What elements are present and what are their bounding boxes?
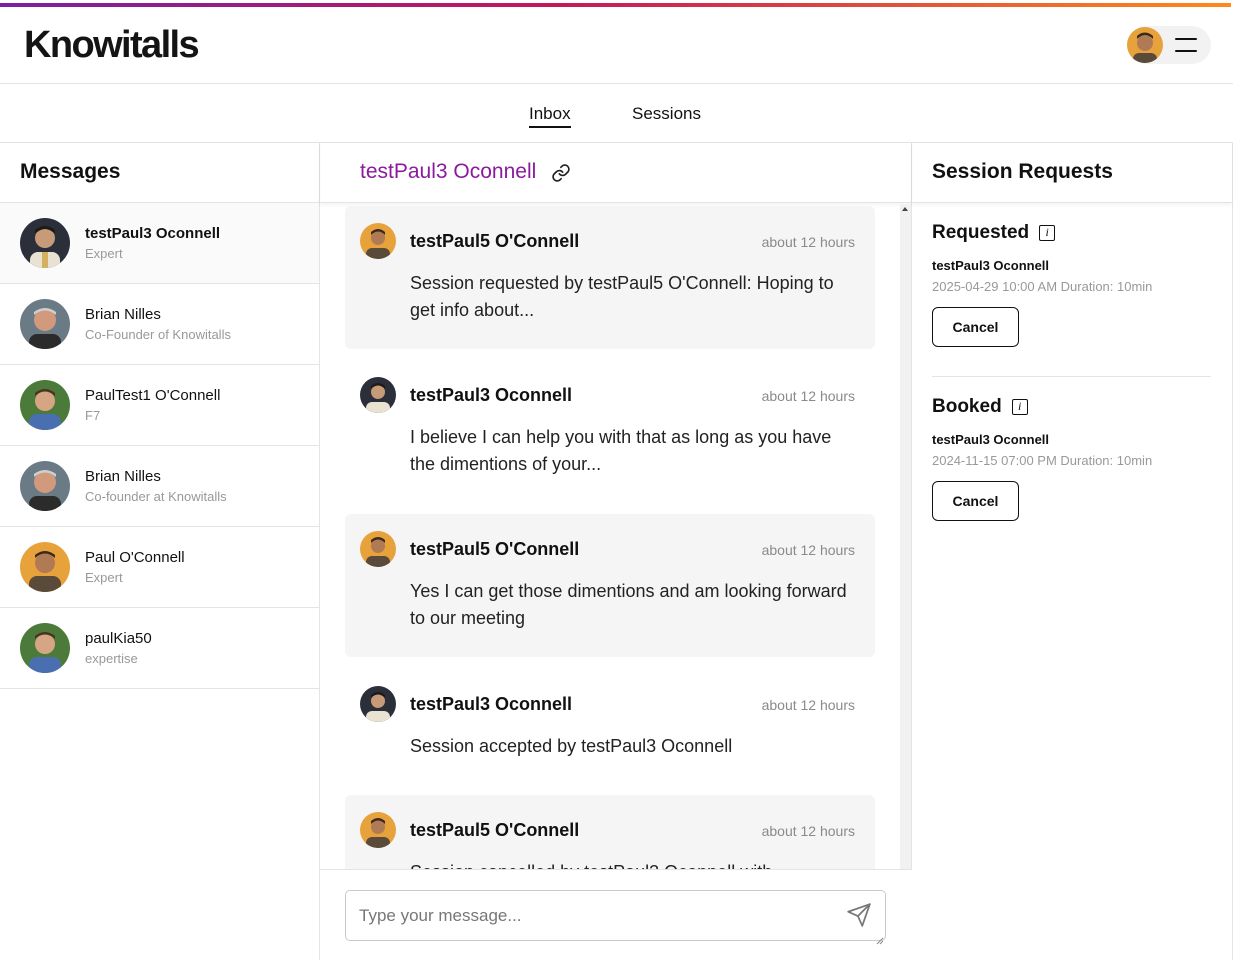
- contact-name: PaulTest1 O'Connell: [85, 387, 221, 404]
- contact-name: testPaul3 Oconnell: [85, 225, 221, 242]
- contact-item[interactable]: Paul O'Connell Expert: [0, 527, 319, 608]
- requested-title: Requested: [932, 222, 1030, 243]
- avatar: [20, 380, 70, 430]
- link-icon[interactable]: [551, 163, 571, 183]
- resize-handle-icon[interactable]: [876, 932, 884, 945]
- thread-scrollbar[interactable]: [900, 204, 911, 869]
- session-requests-panel: Session Requests Requested i testPaul3 Oc…: [912, 143, 1233, 960]
- messages-title: Messages: [20, 160, 121, 183]
- booked-name: testPaul3 Oconnell: [932, 432, 1050, 447]
- message-text: I believe I can help you with that as lo…: [410, 427, 832, 474]
- messages-panel: Messages testPaul3 Oconnell Expert Brian…: [0, 143, 320, 960]
- info-icon[interactable]: i: [1011, 399, 1028, 415]
- message-bubble: testPaul3 Oconnell about 12 hours Sessio…: [345, 669, 875, 784]
- booked-section: Booked i testPaul3 Oconnell 2024-11-15 07…: [932, 396, 1211, 521]
- chat-panel: testPaul3 Oconnell testPaul5 O'Connell a…: [320, 143, 912, 960]
- contact-name: Paul O'Connell: [85, 549, 185, 566]
- contact-subtitle: expertise: [85, 651, 138, 666]
- send-icon[interactable]: [846, 902, 872, 928]
- divider: [932, 376, 1211, 377]
- avatar: [20, 542, 70, 592]
- contact-subtitle: Co-founder at Knowitalls: [85, 489, 227, 504]
- tab-inbox[interactable]: Inbox: [529, 104, 571, 128]
- contact-name: Brian Nilles: [85, 468, 161, 485]
- contact-item[interactable]: Brian Nilles Co-founder at Knowitalls: [0, 446, 319, 527]
- message-time: about 12 hours: [761, 388, 855, 404]
- avatar: [20, 218, 70, 268]
- messages-header: Messages: [0, 143, 319, 203]
- contact-item[interactable]: PaulTest1 O'Connell F7: [0, 365, 319, 446]
- message-text: Session accepted by testPaul3 Oconnell: [410, 736, 733, 756]
- cancel-booked-button[interactable]: Cancel: [932, 481, 1019, 521]
- message-bubble: testPaul5 O'Connell about 12 hours Sessi…: [345, 206, 875, 349]
- message-time: about 12 hours: [761, 234, 855, 250]
- requested-section: Requested i testPaul3 Oconnell 2025-04-29…: [932, 222, 1211, 347]
- session-requests-header: Session Requests: [912, 143, 1232, 203]
- booked-title: Booked: [932, 396, 1002, 417]
- request-time: 2025-04-29 10:00 AM Duration: 10min: [932, 279, 1153, 294]
- contact-item[interactable]: Brian Nilles Co-Founder of Knowitalls: [0, 284, 319, 365]
- message-thread[interactable]: testPaul5 O'Connell about 12 hours Sessi…: [320, 204, 912, 869]
- message-bubble: testPaul5 O'Connell about 12 hours Yes I…: [345, 514, 875, 657]
- avatar: [20, 623, 70, 673]
- avatar: [360, 223, 396, 259]
- message-text: Session requested by testPaul5 O'Connell…: [410, 273, 834, 320]
- contact-name: Brian Nilles: [85, 306, 161, 323]
- message-sender: testPaul5 O'Connell: [410, 539, 580, 559]
- logo[interactable]: Knowitalls: [24, 24, 200, 67]
- message-sender: testPaul5 O'Connell: [410, 231, 580, 251]
- info-icon[interactable]: i: [1039, 225, 1056, 241]
- avatar: [20, 299, 70, 349]
- cancel-requested-button[interactable]: Cancel: [932, 307, 1019, 347]
- message-sender: testPaul5 O'Connell: [410, 820, 580, 840]
- chat-title[interactable]: testPaul3 Oconnell: [360, 160, 536, 184]
- top-bar: Knowitalls: [0, 0, 1233, 84]
- avatar: [360, 531, 396, 567]
- contact-subtitle: F7: [85, 408, 101, 423]
- message-composer: [320, 869, 912, 960]
- request-name: testPaul3 Oconnell: [932, 258, 1050, 273]
- avatar: [360, 812, 396, 848]
- message-sender: testPaul3 Oconnell: [410, 694, 573, 714]
- message-sender: testPaul3 Oconnell: [410, 385, 573, 405]
- chat-header: testPaul3 Oconnell: [320, 143, 911, 203]
- message-text: Yes I can get those dimentions and am lo…: [410, 581, 847, 628]
- session-requests-title: Session Requests: [932, 160, 1113, 183]
- message-time: about 12 hours: [761, 697, 855, 713]
- contact-subtitle: Expert: [85, 246, 123, 261]
- contact-name: paulKia50: [85, 630, 152, 647]
- tab-sessions[interactable]: Sessions: [632, 104, 701, 126]
- contact-subtitle: Co-Founder of Knowitalls: [85, 327, 231, 342]
- scroll-up-arrow-icon[interactable]: [902, 207, 908, 211]
- contact-item[interactable]: paulKia50 expertise: [0, 608, 319, 689]
- avatar: [20, 461, 70, 511]
- user-menu-button[interactable]: [1127, 26, 1211, 64]
- message-text: Session cancelled by testPaul3 Oconnell …: [410, 859, 850, 869]
- avatar: [360, 377, 396, 413]
- user-avatar: [1127, 27, 1163, 63]
- hamburger-icon: [1175, 38, 1197, 52]
- message-input[interactable]: [345, 890, 886, 941]
- brand-gradient-bar: [0, 3, 1231, 7]
- message-time: about 12 hours: [761, 823, 855, 839]
- message-time: about 12 hours: [761, 542, 855, 558]
- message-bubble: testPaul3 Oconnell about 12 hours I beli…: [345, 360, 875, 503]
- contact-item[interactable]: testPaul3 Oconnell Expert: [0, 203, 319, 284]
- main-nav: Inbox Sessions: [0, 84, 1233, 143]
- booked-time: 2024-11-15 07:00 PM Duration: 10min: [932, 453, 1153, 468]
- contact-subtitle: Expert: [85, 570, 123, 585]
- avatar: [360, 686, 396, 722]
- message-bubble: testPaul5 O'Connell about 12 hours Sessi…: [345, 795, 875, 869]
